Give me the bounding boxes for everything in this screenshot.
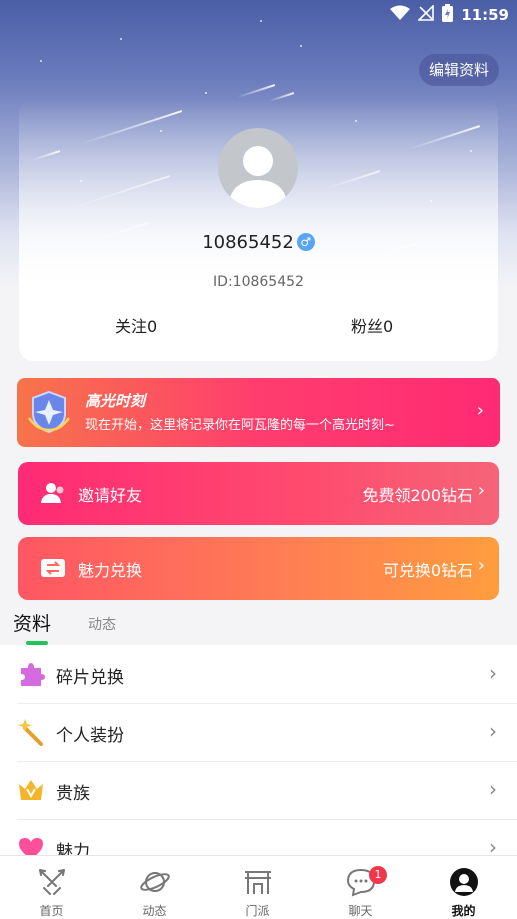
chevron-right-icon: ›	[476, 400, 484, 421]
invite-people-icon	[41, 483, 64, 503]
clock-time: 11:59	[461, 6, 509, 24]
chevron-right-icon: ›	[477, 480, 485, 501]
nav-moments[interactable]: 动态	[103, 856, 206, 919]
invite-friends-label: 邀请好友	[78, 486, 143, 505]
user-id: ID:10865452	[213, 274, 304, 290]
chevron-right-icon: ›	[489, 661, 497, 685]
no-signal-icon	[417, 4, 435, 25]
chevron-right-icon: ›	[489, 719, 497, 743]
menu-label: 魅力	[56, 842, 90, 855]
profile-menu-list: 碎片兑换 › 个人装扮 › 贵族 › 魅力 ›	[0, 645, 517, 855]
edit-profile-button[interactable]: 编辑资料	[418, 54, 499, 86]
nav-label: 首页	[39, 904, 64, 918]
invite-friends-card[interactable]: 邀请好友 免费领200钻石 ›	[18, 462, 499, 525]
following-count[interactable]: 关注0	[115, 313, 157, 337]
unread-badge: 1	[369, 866, 387, 884]
nav-home[interactable]: 首页	[0, 856, 103, 919]
nav-chat[interactable]: 1 聊天	[309, 856, 412, 919]
chevron-right-icon: ›	[477, 555, 485, 576]
nav-label: 门派	[245, 904, 270, 918]
crossed-swords-icon	[39, 869, 65, 895]
menu-label: 碎片兑换	[56, 668, 124, 688]
highlight-description: 现在开始，这里将记录你在阿瓦隆的每一个高光时刻~	[85, 418, 395, 433]
tab-profile-info[interactable]: 资料	[13, 609, 51, 636]
default-avatar-icon	[228, 146, 288, 208]
nav-label: 聊天	[348, 904, 373, 918]
profile-tabs: 资料 动态	[0, 605, 517, 645]
avatar[interactable]	[218, 128, 298, 208]
menu-item-fragment-exchange[interactable]: 碎片兑换 ›	[0, 645, 517, 703]
followers-count[interactable]: 粉丝0	[351, 313, 393, 337]
nav-mine[interactable]: 我的	[412, 856, 515, 919]
crown-icon	[19, 780, 43, 800]
chevron-right-icon: ›	[489, 777, 497, 801]
battery-charging-icon	[442, 4, 454, 26]
invite-reward-text: 免费领200钻石	[362, 486, 473, 505]
heart-icon	[19, 838, 43, 855]
username: 10865452	[202, 232, 294, 253]
male-gender-icon: ♂	[296, 233, 315, 251]
gate-icon	[245, 871, 271, 894]
wifi-icon	[390, 5, 411, 25]
menu-item-charm[interactable]: 魅力 ›	[0, 819, 517, 855]
highlight-badge-icon	[27, 390, 71, 434]
status-bar: 11:59	[0, 0, 517, 30]
bottom-navigation: 首页 动态 门派 1 聊天 我的	[0, 855, 517, 919]
tab-moments[interactable]: 动态	[88, 614, 116, 634]
nav-sect[interactable]: 门派	[206, 856, 309, 919]
exchange-ticket-icon	[41, 559, 65, 577]
charm-exchange-card[interactable]: 魅力兑换 可兑换0钻石 ›	[18, 537, 499, 600]
highlight-moments-banner[interactable]: 高光时刻 现在开始，这里将记录你在阿瓦隆的每一个高光时刻~ ›	[17, 378, 500, 447]
planet-icon	[140, 872, 170, 892]
charm-exchange-text: 可兑换0钻石	[382, 561, 473, 580]
magic-wand-icon	[18, 719, 43, 746]
profile-card: 10865452 ♂ ID:10865452 关注0 粉丝0	[19, 100, 498, 361]
nav-label: 我的	[451, 904, 476, 918]
menu-label: 个人装扮	[56, 726, 124, 746]
nav-label: 动态	[142, 904, 167, 918]
charm-exchange-label: 魅力兑换	[78, 561, 143, 580]
menu-label: 贵族	[56, 784, 90, 804]
menu-item-nobility[interactable]: 贵族 ›	[0, 761, 517, 819]
profile-avatar-icon	[450, 868, 478, 896]
highlight-title: 高光时刻	[85, 392, 146, 410]
menu-item-personal-dressup[interactable]: 个人装扮 ›	[0, 703, 517, 761]
chevron-right-icon: ›	[489, 835, 497, 855]
puzzle-icon	[21, 663, 45, 686]
username-row: 10865452 ♂	[19, 232, 498, 253]
